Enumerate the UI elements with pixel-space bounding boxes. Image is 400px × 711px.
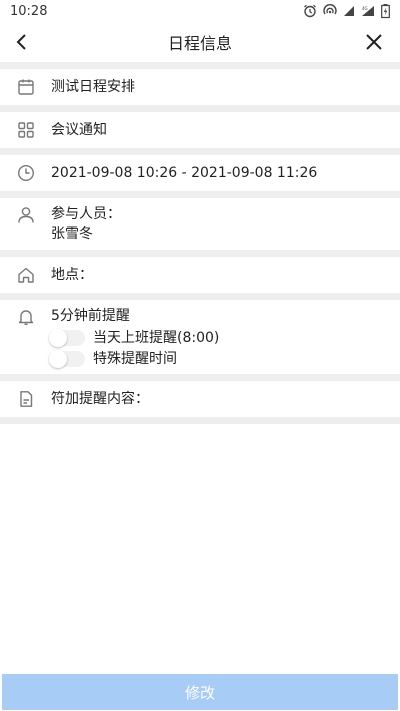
status-icons: 4G [303, 4, 390, 19]
person-icon [18, 207, 34, 223]
location-row: 地点： [0, 257, 400, 293]
calendar-icon [18, 79, 34, 95]
section-divider [0, 293, 400, 300]
bell-icon [18, 310, 34, 325]
document-icon [20, 391, 33, 407]
participants-row: 参与人员： 张雪冬 [0, 198, 400, 250]
participants-value: 张雪冬 [51, 226, 93, 242]
nav-bar: 日程信息 [0, 22, 400, 62]
battery-icon [381, 4, 390, 19]
toggle-knob [49, 328, 67, 347]
schedule-title: 测试日程安排 [51, 79, 135, 95]
schedule-title-row: 测试日程安排 [0, 69, 400, 105]
schedule-type-row: 会议通知 [0, 112, 400, 148]
signal-icon [344, 6, 354, 16]
section-divider [0, 417, 400, 424]
section-divider [0, 374, 400, 381]
hotspot-icon [323, 4, 337, 15]
home-icon [18, 267, 34, 283]
back-icon[interactable] [10, 30, 34, 54]
extra-content-row: 符加提醒内容： [0, 381, 400, 417]
special-reminder-label: 特殊提醒时间 [93, 350, 177, 367]
participants-label: 参与人员： [51, 206, 121, 222]
workday-reminder-label: 当天上班提醒(8:00) [93, 329, 220, 346]
alarm-icon [304, 4, 316, 18]
status-bar: 10:28 4G [0, 0, 400, 22]
section-divider [0, 62, 400, 69]
bottom-action-area: 修改 [0, 662, 400, 711]
status-time: 10:28 [10, 3, 48, 19]
clock-icon [17, 164, 35, 182]
extra-content-label: 符加提醒内容： [51, 391, 149, 407]
page-title: 日程信息 [167, 34, 232, 53]
section-divider [0, 191, 400, 198]
special-reminder-toggle[interactable] [49, 349, 85, 368]
schedule-time-row: 2021-09-08 10:26 - 2021-09-08 11:26 [0, 155, 400, 191]
reminder-option-special: 特殊提醒时间 [49, 349, 219, 368]
workday-reminder-toggle[interactable] [49, 328, 85, 347]
schedule-detail: 测试日程安排 会议通知 2021-09-08 10:26 - 2021-09-0… [0, 62, 400, 662]
schedule-type: 会议通知 [51, 122, 107, 138]
reminder-label: 5分钟前提醒 [51, 308, 130, 324]
reminder-row: 5分钟前提醒 当天上班提醒(8:00) 特殊提醒时间 [0, 300, 400, 374]
grid-icon [18, 122, 34, 138]
section-divider [0, 148, 400, 155]
svg-text:4G: 4G [362, 6, 368, 11]
reminder-option-workday: 当天上班提醒(8:00) [49, 328, 220, 347]
location-label: 地点： [51, 267, 93, 283]
modify-button[interactable]: 修改 [2, 674, 398, 710]
section-divider [0, 250, 400, 257]
schedule-time-range: 2021-09-08 10:26 - 2021-09-08 11:26 [51, 165, 318, 181]
toggle-knob [49, 349, 67, 368]
section-divider [0, 105, 400, 112]
signal-4g-icon: 4G [362, 6, 374, 16]
close-icon[interactable] [362, 30, 386, 54]
